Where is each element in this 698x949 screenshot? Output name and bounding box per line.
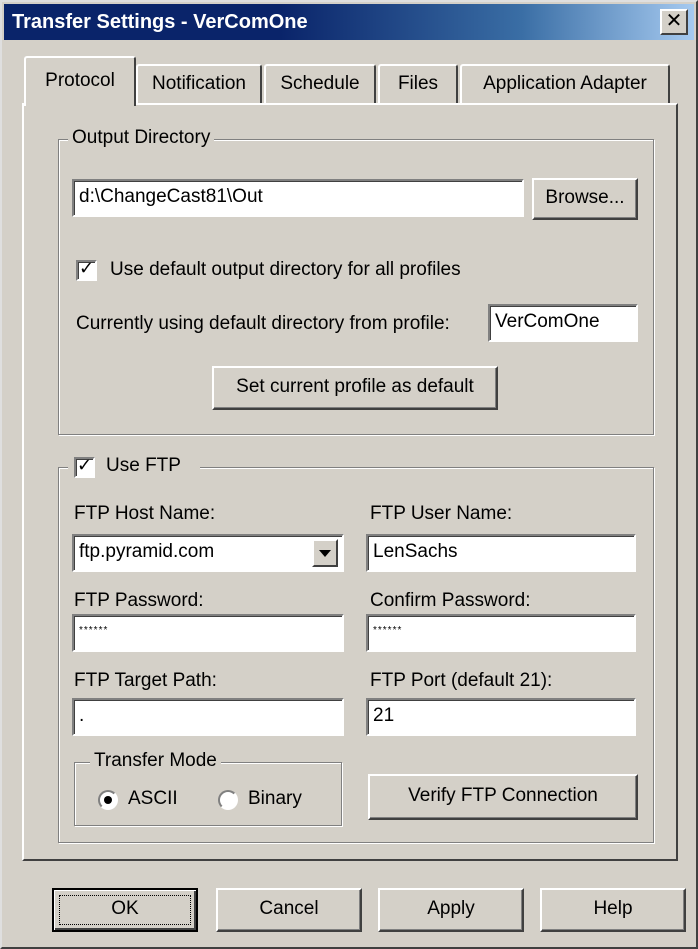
apply-button[interactable]: Apply — [378, 888, 524, 932]
check-icon: ✓ — [79, 258, 95, 278]
ascii-label: ASCII — [128, 788, 178, 809]
ftp-password-input[interactable]: ****** — [72, 614, 344, 652]
tab-notification[interactable]: Notification — [136, 64, 262, 104]
ftp-host-label: FTP Host Name: — [74, 503, 216, 524]
tab-label: Notification — [152, 73, 246, 94]
check-icon: ✓ — [77, 455, 93, 475]
transfer-mode-legend: Transfer Mode — [90, 750, 221, 772]
ftp-user-label: FTP User Name: — [370, 503, 513, 524]
tab-label: Protocol — [45, 70, 115, 91]
confirm-password-input[interactable]: ****** — [366, 614, 636, 652]
ftp-target-path-input[interactable]: . — [72, 698, 344, 736]
close-icon: ✕ — [665, 10, 683, 32]
use-default-label: Use default output directory for all pro… — [110, 259, 461, 280]
binary-radio[interactable] — [218, 790, 238, 810]
radio-dot-icon — [104, 796, 112, 804]
ftp-password-label: FTP Password: — [74, 590, 204, 611]
ftp-host-dropdown-button[interactable] — [312, 539, 338, 567]
tab-protocol[interactable]: Protocol — [24, 56, 136, 106]
cancel-button[interactable]: Cancel — [216, 888, 362, 932]
tab-application-adapter[interactable]: Application Adapter — [460, 64, 670, 104]
tab-label: Application Adapter — [483, 73, 647, 94]
help-button[interactable]: Help — [540, 888, 686, 932]
confirm-password-label: Confirm Password: — [370, 590, 531, 611]
tab-files[interactable]: Files — [378, 64, 458, 104]
title-bar: Transfer Settings - VerComOne — [4, 4, 694, 40]
current-default-profile-field[interactable]: VerComOne — [488, 304, 638, 342]
ftp-port-label: FTP Port (default 21): — [370, 670, 553, 691]
set-default-button[interactable]: Set current profile as default — [212, 366, 498, 410]
tab-label: Files — [397, 73, 439, 94]
output-directory-input[interactable]: d:\ChangeCast81\Out — [72, 179, 524, 217]
ftp-user-input[interactable]: LenSachs — [366, 534, 636, 572]
focus-ring — [59, 895, 191, 925]
ok-button[interactable]: OK — [52, 888, 198, 932]
current-default-label: Currently using default directory from p… — [76, 313, 450, 334]
chevron-down-icon — [319, 550, 331, 557]
verify-ftp-button[interactable]: Verify FTP Connection — [368, 774, 638, 820]
output-directory-legend: Output Directory — [68, 127, 215, 149]
ascii-radio[interactable] — [98, 790, 118, 810]
window-title: Transfer Settings - VerComOne — [12, 11, 308, 33]
close-button[interactable]: ✕ — [660, 9, 688, 35]
browse-button[interactable]: Browse... — [532, 178, 638, 220]
use-ftp-label: Use FTP — [106, 455, 181, 476]
use-default-checkbox[interactable]: ✓ — [76, 258, 97, 281]
binary-label: Binary — [248, 788, 302, 809]
tab-label: Schedule — [280, 73, 360, 94]
ftp-target-path-label: FTP Target Path: — [74, 670, 217, 691]
ftp-port-input[interactable]: 21 — [366, 698, 636, 736]
ftp-host-select[interactable]: ftp.pyramid.com — [72, 534, 344, 572]
tab-schedule[interactable]: Schedule — [264, 64, 376, 104]
use-ftp-checkbox[interactable]: ✓ — [74, 455, 95, 478]
